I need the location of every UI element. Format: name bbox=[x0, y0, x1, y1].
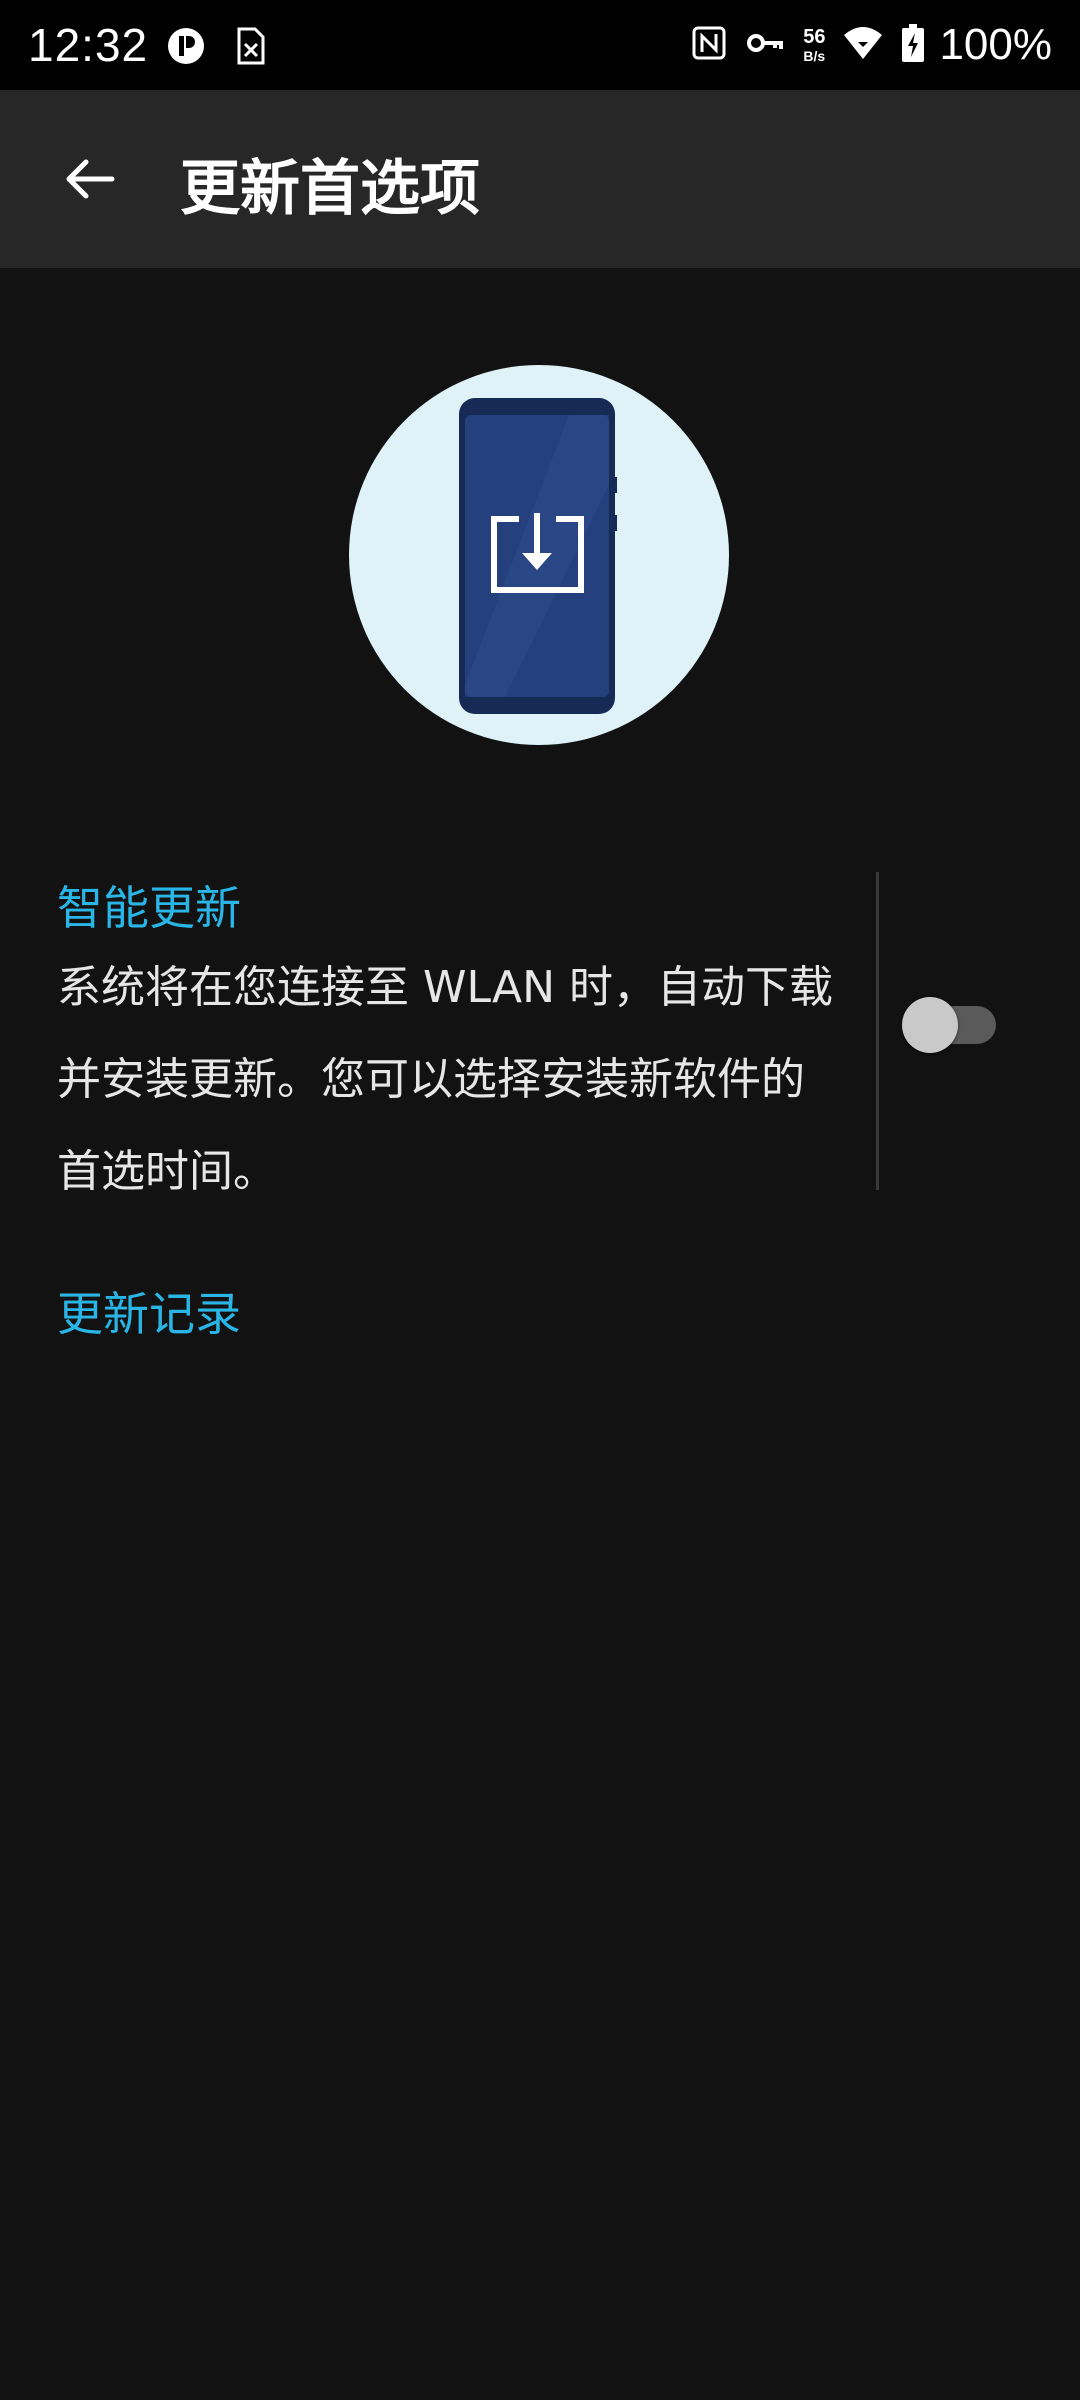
battery-charging-icon bbox=[901, 23, 925, 67]
sim-off-icon bbox=[236, 26, 266, 70]
update-history-link[interactable]: 更新记录 bbox=[57, 1278, 241, 1344]
app-bar: 更新首选项 bbox=[0, 90, 1080, 268]
net-speed: 56 B/s bbox=[803, 27, 825, 63]
status-time: 12:32 bbox=[28, 19, 149, 71]
battery-percent: 100% bbox=[939, 20, 1052, 69]
nfc-icon bbox=[691, 25, 727, 65]
smart-update-title: 智能更新 bbox=[57, 881, 241, 935]
back-button[interactable] bbox=[44, 136, 134, 226]
smart-update-toggle[interactable] bbox=[902, 996, 1002, 1056]
media-icon bbox=[166, 26, 206, 70]
smart-update-summary: 系统将在您连接至 WLAN 时，自动下载并安装更新。您可以选择安装新软件的首选时… bbox=[57, 962, 834, 1197]
status-right: 56 B/s 100% bbox=[691, 20, 1052, 70]
phone-download-illustration bbox=[349, 365, 729, 745]
toggle-thumb bbox=[902, 997, 958, 1053]
arrow-back-icon bbox=[62, 152, 116, 210]
wifi-icon bbox=[843, 25, 883, 65]
net-speed-unit: B/s bbox=[803, 48, 826, 64]
smart-update-preference[interactable]: 智能更新 系统将在您连接至 WLAN 时，自动下载并安装更新。您可以选择安装新软… bbox=[0, 866, 1080, 1197]
net-speed-value: 56 bbox=[803, 26, 826, 48]
divider bbox=[876, 872, 879, 1190]
status-bar: 12:32 56 B/s 100% bbox=[0, 0, 1080, 90]
status-left-icons bbox=[166, 26, 266, 70]
vpn-key-icon bbox=[745, 28, 785, 62]
page-title: 更新首选项 bbox=[180, 154, 480, 224]
